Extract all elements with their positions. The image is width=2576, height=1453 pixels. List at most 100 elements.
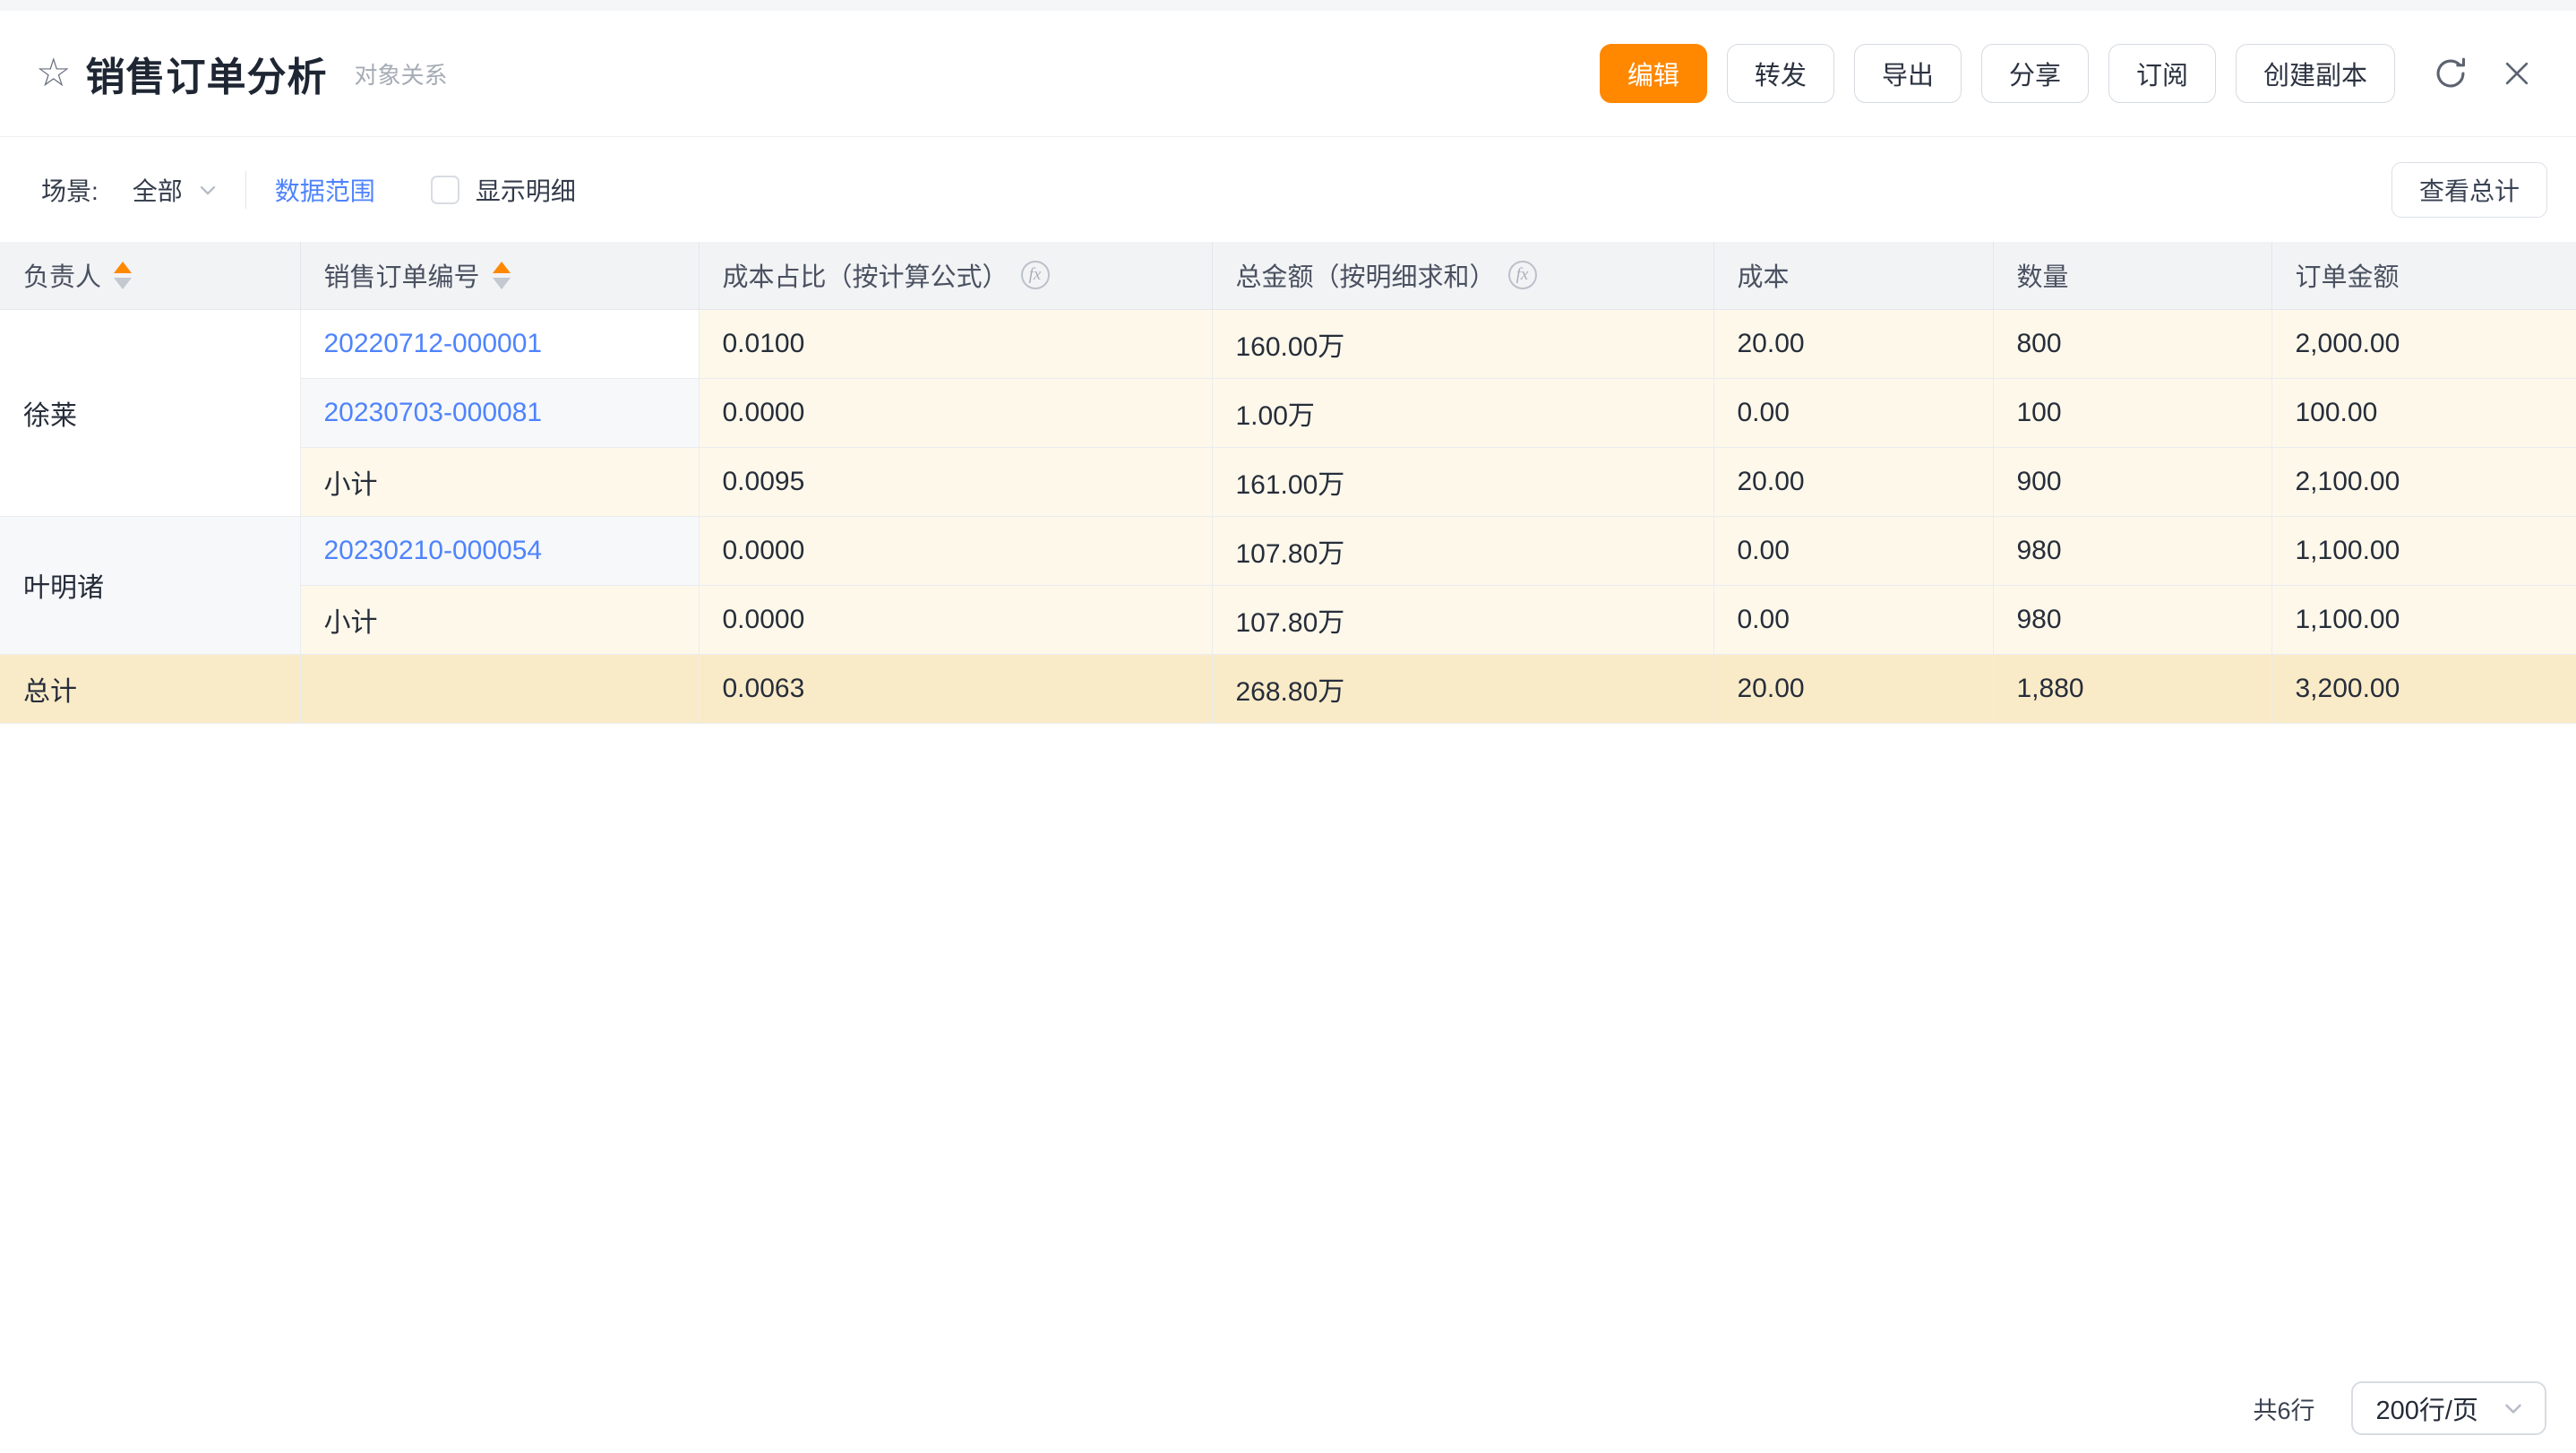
chevron-down-icon — [195, 177, 220, 202]
report-table: 负责人 销售订单编号 成本占比（按计算公 — [0, 242, 2576, 724]
order-amount-cell: 2,100.00 — [2271, 447, 2576, 516]
cost-cell: 0.00 — [1713, 378, 1993, 447]
data-range-link[interactable]: 数据范围 — [275, 172, 375, 208]
column-header-cost-ratio: 成本占比（按计算公式） fx — [699, 242, 1212, 309]
subtotal-label-cell: 小计 — [300, 447, 699, 516]
column-label: 总金额（按明细求和） — [1236, 256, 1496, 294]
cost-cell: 0.00 — [1713, 585, 1993, 654]
duplicate-button[interactable]: 创建副本 — [2236, 44, 2395, 103]
column-header-quantity: 数量 — [1993, 242, 2271, 309]
column-header-owner[interactable]: 负责人 — [0, 242, 300, 309]
cost-ratio-cell: 0.0095 — [699, 447, 1212, 516]
column-label: 负责人 — [23, 256, 101, 294]
forward-button[interactable]: 转发 — [1727, 44, 1834, 103]
grand-total-label-cell: 总计 — [0, 654, 300, 723]
formula-fx-icon: fx — [1021, 261, 1050, 289]
cost-ratio-cell: 0.0063 — [699, 654, 1212, 723]
order-no-link[interactable]: 20230703-000081 — [324, 398, 543, 427]
table-row: 徐莱 20220712-000001 0.0100 160.00万 20.00 … — [0, 309, 2576, 378]
cost-ratio-cell: 0.0000 — [699, 378, 1212, 447]
page-subtitle: 对象关系 — [354, 57, 447, 90]
refresh-icon[interactable] — [2427, 50, 2474, 97]
chevron-down-icon — [2500, 1395, 2527, 1422]
export-button[interactable]: 导出 — [1854, 44, 1962, 103]
cost-ratio-cell: 0.0000 — [699, 516, 1212, 585]
show-detail-label: 显示明细 — [476, 172, 576, 208]
formula-fx-icon: fx — [1508, 261, 1537, 289]
subtotal-row: 小计 0.0095 161.00万 20.00 900 2,100.00 — [0, 447, 2576, 516]
total-amount-cell: 268.80万 — [1212, 654, 1713, 723]
scene-select[interactable]: 全部 — [133, 172, 220, 208]
owner-cell: 叶明诸 — [0, 516, 300, 654]
quantity-cell: 1,880 — [1993, 654, 2271, 723]
cost-ratio-cell: 0.0100 — [699, 309, 1212, 378]
order-no-link[interactable]: 20230210-000054 — [324, 536, 543, 565]
sort-icons[interactable] — [114, 262, 132, 289]
order-no-cell: 20230703-000081 — [300, 378, 699, 447]
cost-ratio-cell: 0.0000 — [699, 585, 1212, 654]
title-actions: 编辑 转发 导出 分享 订阅 创建副本 — [1600, 44, 2540, 103]
close-icon[interactable] — [2494, 50, 2540, 97]
total-amount-cell: 1.00万 — [1212, 378, 1713, 447]
subtotal-label-cell: 小计 — [300, 585, 699, 654]
total-amount-cell: 161.00万 — [1212, 447, 1713, 516]
favorite-star-icon[interactable]: ☆ — [36, 54, 71, 93]
edit-button[interactable]: 编辑 — [1600, 44, 1707, 103]
order-amount-cell: 1,100.00 — [2271, 585, 2576, 654]
column-header-cost: 成本 — [1713, 242, 1993, 309]
quantity-cell: 800 — [1993, 309, 2271, 378]
cost-cell: 0.00 — [1713, 516, 1993, 585]
cost-cell: 20.00 — [1713, 447, 1993, 516]
show-detail-checkbox[interactable] — [431, 176, 459, 204]
column-label: 销售订单编号 — [324, 256, 480, 294]
column-header-total-amount: 总金额（按明细求和） fx — [1212, 242, 1713, 309]
sort-asc-icon[interactable] — [114, 262, 132, 273]
page-title: 销售订单分析 — [85, 45, 327, 102]
column-header-order-no[interactable]: 销售订单编号 — [300, 242, 699, 309]
column-label: 数量 — [2017, 263, 2069, 292]
order-amount-cell: 3,200.00 — [2271, 654, 2576, 723]
toolbar-divider — [245, 171, 246, 209]
order-amount-cell: 2,000.00 — [2271, 309, 2576, 378]
total-amount-cell: 107.80万 — [1212, 585, 1713, 654]
sort-asc-icon[interactable] — [493, 262, 511, 273]
header-row: 负责人 销售订单编号 成本占比（按计算公 — [0, 242, 2576, 309]
owner-cell: 徐莱 — [0, 309, 300, 516]
sort-icons[interactable] — [493, 262, 511, 289]
cost-cell: 20.00 — [1713, 309, 1993, 378]
order-no-cell — [300, 654, 699, 723]
subtotal-row: 小计 0.0000 107.80万 0.00 980 1,100.00 — [0, 585, 2576, 654]
column-header-order-amount: 订单金额 — [2271, 242, 2576, 309]
quantity-cell: 980 — [1993, 516, 2271, 585]
share-button[interactable]: 分享 — [1981, 44, 2089, 103]
page-size-value: 200行/页 — [2376, 1389, 2478, 1427]
total-amount-cell: 107.80万 — [1212, 516, 1713, 585]
table-row: 20230703-000081 0.0000 1.00万 0.00 100 10… — [0, 378, 2576, 447]
pagination-bar: 共6行 200行/页 — [2254, 1381, 2546, 1435]
sort-desc-icon[interactable] — [114, 278, 132, 289]
grand-total-row: 总计 0.0063 268.80万 20.00 1,880 3,200.00 — [0, 654, 2576, 723]
page-background-strip — [0, 0, 2576, 11]
order-amount-cell: 100.00 — [2271, 378, 2576, 447]
order-no-cell: 20220712-000001 — [300, 309, 699, 378]
table-row: 叶明诸 20230210-000054 0.0000 107.80万 0.00 … — [0, 516, 2576, 585]
total-amount-cell: 160.00万 — [1212, 309, 1713, 378]
subscribe-button[interactable]: 订阅 — [2108, 44, 2216, 103]
order-no-link[interactable]: 20220712-000001 — [324, 329, 543, 358]
filter-toolbar: 场景: 全部 数据范围 显示明细 查看总计 — [0, 137, 2576, 242]
scene-selected-value: 全部 — [133, 172, 183, 208]
column-label: 成本占比（按计算公式） — [723, 256, 1009, 294]
sort-desc-icon[interactable] — [493, 278, 511, 289]
column-label: 订单金额 — [2296, 263, 2400, 292]
order-no-cell: 20230210-000054 — [300, 516, 699, 585]
title-bar: ☆ 销售订单分析 对象关系 编辑 转发 导出 分享 订阅 创建副本 — [0, 11, 2576, 137]
quantity-cell: 980 — [1993, 585, 2271, 654]
view-total-button[interactable]: 查看总计 — [2391, 162, 2547, 218]
page-size-select[interactable]: 200行/页 — [2351, 1381, 2546, 1435]
quantity-cell: 100 — [1993, 378, 2271, 447]
order-amount-cell: 1,100.00 — [2271, 516, 2576, 585]
quantity-cell: 900 — [1993, 447, 2271, 516]
column-label: 成本 — [1738, 263, 1790, 292]
total-rows-label: 共6行 — [2254, 1391, 2315, 1426]
scene-label: 场景: — [41, 172, 99, 208]
